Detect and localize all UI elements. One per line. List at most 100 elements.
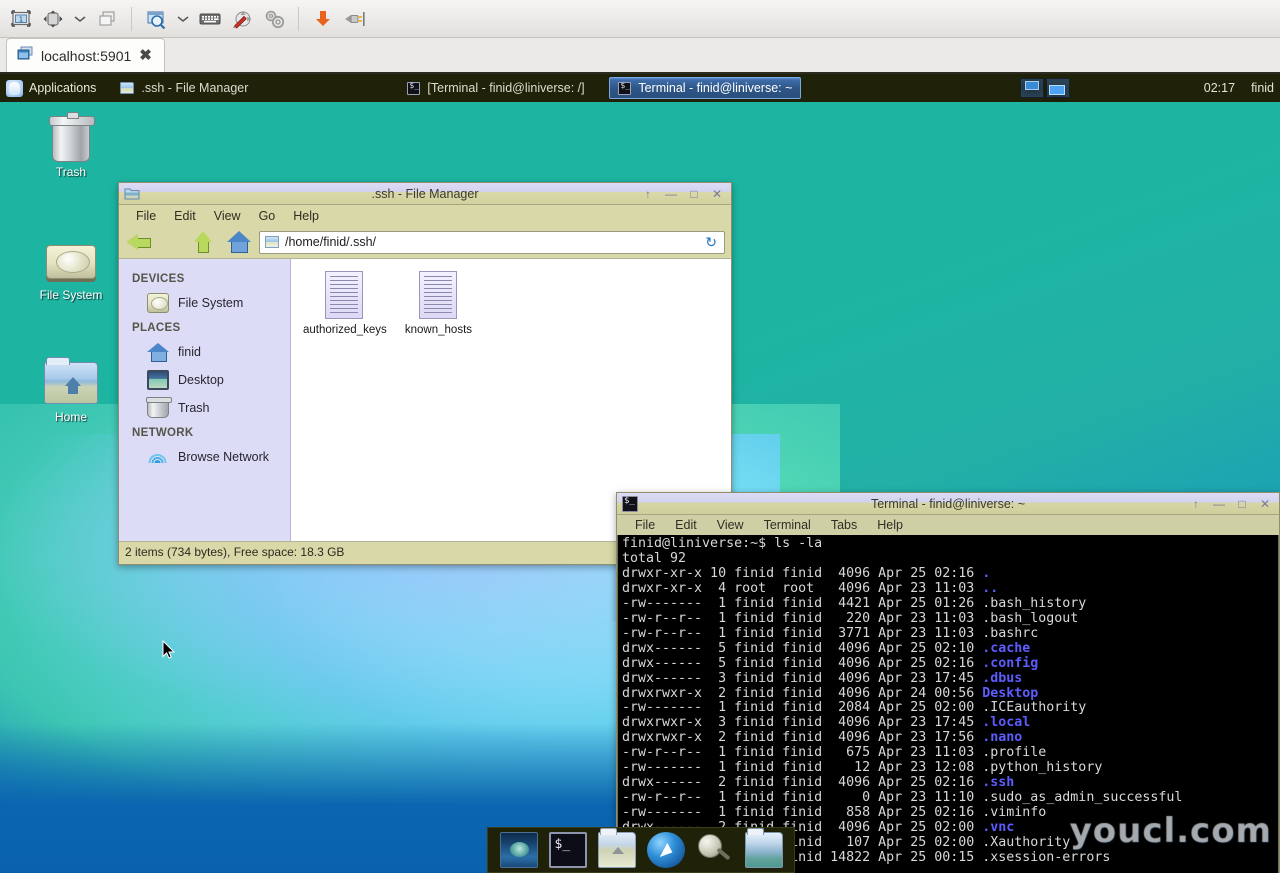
menu-edit[interactable]: Edit xyxy=(165,207,205,225)
desktop-icon-file-system-label: File System xyxy=(23,288,119,302)
terminal-icon-2 xyxy=(618,82,631,95)
sidebar-item-file-system[interactable]: File System xyxy=(119,289,290,317)
vnc-client-toolbar: 1 xyxy=(0,0,1280,38)
taskbar-label-file-manager: .ssh - File Manager xyxy=(141,81,248,95)
terminal-menu-tabs[interactable]: Tabs xyxy=(821,517,867,533)
taskbar-label-terminal-root: [Terminal - finid@liniverse: /] xyxy=(427,81,584,95)
maximize-button-terminal[interactable]: □ xyxy=(1236,498,1248,510)
text-document-icon xyxy=(325,271,363,319)
disconnect-icon[interactable] xyxy=(340,4,370,34)
terminal-icon xyxy=(407,82,420,95)
folder-icon-dock[interactable] xyxy=(745,832,783,868)
trash-icon-small xyxy=(147,398,169,418)
remote-desktop-view[interactable]: Applications .ssh - File Manager [Termin… xyxy=(0,74,1280,873)
fullscreen-icon[interactable] xyxy=(38,4,68,34)
home-icon-small xyxy=(147,342,169,362)
tools-icon[interactable] xyxy=(259,4,289,34)
desktop-icon-trash[interactable]: Trash xyxy=(23,120,119,179)
desktop-icon-file-system[interactable]: File System xyxy=(23,241,119,302)
terminal-icon-dock[interactable] xyxy=(549,832,587,868)
file-manager-status-text: 2 items (734 bytes), Free space: 18.3 GB xyxy=(125,545,344,559)
workspace-1[interactable] xyxy=(1020,78,1044,98)
sidebar-item-desktop[interactable]: Desktop xyxy=(119,366,290,394)
sidebar-item-browse-network[interactable]: Browse Network xyxy=(119,443,290,471)
file-manager-title: .ssh - File Manager xyxy=(119,187,731,201)
globe-icon[interactable] xyxy=(647,832,685,868)
trash-icon xyxy=(52,120,90,162)
menu-go[interactable]: Go xyxy=(250,207,285,225)
file-item-known-hosts[interactable]: known_hosts xyxy=(397,271,479,336)
sidebar-header-places: PLACES xyxy=(119,317,290,338)
screenshot-icon[interactable] xyxy=(141,4,171,34)
workspace-switcher[interactable] xyxy=(1020,78,1070,98)
file-name-authorized-keys: authorized_keys xyxy=(303,324,385,336)
workspace-2[interactable] xyxy=(1046,78,1070,98)
clock[interactable]: 02:17 xyxy=(1204,81,1235,95)
screen-number-icon[interactable]: 1 xyxy=(6,4,36,34)
file-manager-titlebar[interactable]: .ssh - File Manager ↑ — □ ✕ xyxy=(119,183,731,205)
close-icon[interactable]: ✖ xyxy=(139,48,152,63)
minimize-button[interactable]: — xyxy=(665,188,677,200)
vnc-tab-label: localhost:5901 xyxy=(41,48,131,64)
watermark: youcl.com xyxy=(1070,811,1272,851)
file-manager-sidebar: DEVICES File System PLACES finid Desktop xyxy=(119,259,291,541)
shade-button[interactable]: ↑ xyxy=(642,188,654,200)
up-arrow-icon[interactable] xyxy=(187,229,217,255)
menu-view[interactable]: View xyxy=(205,207,250,225)
menu-help[interactable]: Help xyxy=(284,207,328,225)
applications-menu-label: Applications xyxy=(29,81,96,95)
chevron-down-icon-2[interactable] xyxy=(173,4,193,34)
show-desktop-icon[interactable] xyxy=(500,832,538,868)
chevron-down-icon[interactable] xyxy=(70,4,90,34)
svg-text:1: 1 xyxy=(19,15,23,23)
terminal-menu-help[interactable]: Help xyxy=(867,517,913,533)
mouse-cursor xyxy=(162,640,176,660)
desktop-icon-trash-label: Trash xyxy=(23,165,119,179)
file-manager-menubar: File Edit View Go Help xyxy=(119,205,731,226)
sidebar-item-trash[interactable]: Trash xyxy=(119,394,290,422)
terminal-titlebar[interactable]: Terminal - finid@liniverse: ~ ↑ — □ ✕ xyxy=(617,493,1279,515)
reload-icon[interactable]: ↻ xyxy=(705,234,719,251)
preferences-icon[interactable] xyxy=(227,4,257,34)
home-folder-icon-dock[interactable] xyxy=(598,832,636,868)
taskbar-item-terminal-home[interactable]: Terminal - finid@liniverse: ~ xyxy=(609,77,801,99)
keyboard-icon[interactable] xyxy=(195,4,225,34)
terminal-menu-view[interactable]: View xyxy=(707,517,754,533)
file-manager-window-buttons: ↑ — □ ✕ xyxy=(642,188,731,200)
duplicate-window-icon[interactable] xyxy=(92,4,122,34)
folder-small-icon xyxy=(265,236,279,248)
applications-menu-icon xyxy=(6,80,23,97)
sidebar-item-finid[interactable]: finid xyxy=(119,338,290,366)
sidebar-item-browse-network-label: Browse Network xyxy=(178,450,269,464)
toolbar-separator-1 xyxy=(131,7,132,31)
taskbar-item-file-manager[interactable]: .ssh - File Manager xyxy=(112,77,327,99)
terminal-menu-edit[interactable]: Edit xyxy=(665,517,707,533)
shade-button-terminal[interactable]: ↑ xyxy=(1190,498,1202,510)
path-input[interactable]: /home/finid/.ssh/ ↻ xyxy=(259,231,725,254)
bottom-dock xyxy=(487,827,795,873)
sidebar-item-trash-label: Trash xyxy=(178,401,210,415)
download-icon[interactable] xyxy=(308,4,338,34)
network-icon-small xyxy=(147,447,169,467)
home-button-icon[interactable] xyxy=(223,229,253,255)
maximize-button[interactable]: □ xyxy=(688,188,700,200)
terminal-menu-terminal[interactable]: Terminal xyxy=(754,517,821,533)
desktop-icon-home[interactable]: Home xyxy=(23,362,119,424)
sidebar-header-network: NETWORK xyxy=(119,422,290,443)
close-button-terminal[interactable]: ✕ xyxy=(1259,498,1271,510)
file-item-authorized-keys[interactable]: authorized_keys xyxy=(303,271,385,336)
taskbar-label-terminal-home: Terminal - finid@liniverse: ~ xyxy=(638,81,792,95)
back-arrow-icon[interactable] xyxy=(125,229,155,255)
vnc-tab-localhost[interactable]: localhost:5901 ✖ xyxy=(6,38,165,72)
file-name-known-hosts: known_hosts xyxy=(397,324,479,336)
path-text: /home/finid/.ssh/ xyxy=(285,235,376,249)
taskbar-item-terminal-root[interactable]: [Terminal - finid@liniverse: /] xyxy=(399,77,599,99)
panel-right-area: 02:17 finid xyxy=(1204,74,1274,102)
menu-file[interactable]: File xyxy=(127,207,165,225)
terminal-menu-file[interactable]: File xyxy=(625,517,665,533)
applications-menu-button[interactable]: Applications xyxy=(0,74,104,102)
user-label[interactable]: finid xyxy=(1251,81,1274,95)
minimize-button-terminal[interactable]: — xyxy=(1213,498,1225,510)
magnifier-icon[interactable] xyxy=(696,832,734,868)
close-button[interactable]: ✕ xyxy=(711,188,723,200)
